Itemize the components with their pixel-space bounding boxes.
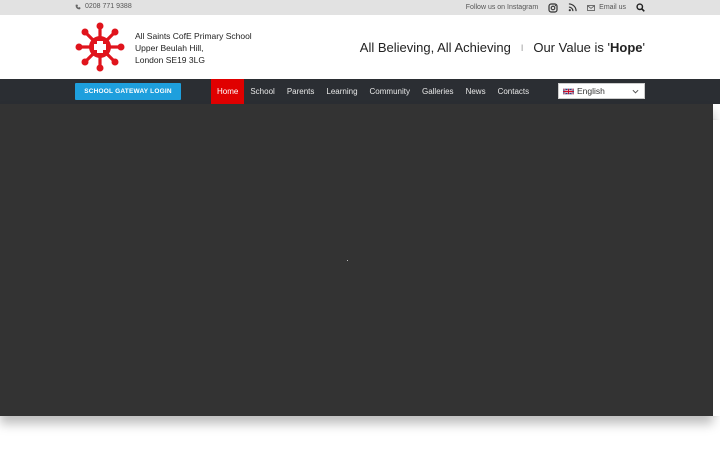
nav-item-parents[interactable]: Parents [281, 79, 321, 104]
school-name: All Saints CofE Primary School [135, 31, 252, 41]
address-street: Upper Beulah Hill, [135, 43, 204, 53]
chevron-down-icon [632, 89, 639, 94]
nav-item-school[interactable]: School [244, 79, 280, 104]
uk-flag-icon [563, 87, 574, 95]
nav-item-galleries[interactable]: Galleries [416, 79, 460, 104]
phone-icon [75, 4, 81, 9]
instagram-link[interactable]: Follow us on Instagram [466, 4, 538, 11]
nav-item-home[interactable]: Home [211, 79, 245, 104]
email-link[interactable]: Email us [587, 4, 626, 11]
rss-icon[interactable] [568, 3, 577, 12]
loading-indicator [347, 260, 348, 261]
address-city: London SE19 3LG [135, 55, 205, 65]
nav-item-community[interactable]: Community [364, 79, 416, 104]
school-gateway-login-button[interactable]: SCHOOL GATEWAY LOGIN [75, 83, 181, 100]
nav-item-learning[interactable]: Learning [320, 79, 363, 104]
motto-value: Hope [610, 40, 643, 55]
language-select[interactable]: English [558, 83, 645, 99]
nav-item-contacts[interactable]: Contacts [492, 79, 536, 104]
email-label: Email us [599, 4, 626, 11]
motto-suffix: ' [642, 40, 645, 55]
site-header: All Saints CofE Primary School Upper Beu… [0, 15, 720, 79]
envelope-icon [587, 4, 596, 11]
school-motto: All Believing, All Achieving I Our Value… [360, 40, 645, 55]
nav-menu: Home School Parents Learning Community G… [211, 79, 535, 104]
search-icon[interactable] [636, 3, 645, 12]
side-edge [713, 120, 720, 416]
school-logo[interactable] [75, 22, 125, 72]
hero-slider[interactable] [0, 104, 713, 416]
main-navigation: SCHOOL GATEWAY LOGIN Home School Parents… [0, 79, 720, 104]
phone-link[interactable]: 0208 771 9388 [75, 3, 132, 10]
nav-item-news[interactable]: News [460, 79, 492, 104]
motto-prefix: Our Value is ' [533, 40, 611, 55]
school-address: All Saints CofE Primary School Upper Beu… [135, 30, 252, 66]
instagram-icon[interactable] [548, 2, 558, 13]
phone-number: 0208 771 9388 [85, 3, 132, 10]
motto-separator: I [520, 42, 524, 53]
top-utility-bar: 0208 771 9388 Follow us on Instagram Ema… [0, 0, 720, 15]
instagram-label: Follow us on Instagram [465, 4, 539, 11]
motto-part1: All Believing, All Achieving [359, 40, 511, 55]
language-label: English [577, 86, 605, 96]
